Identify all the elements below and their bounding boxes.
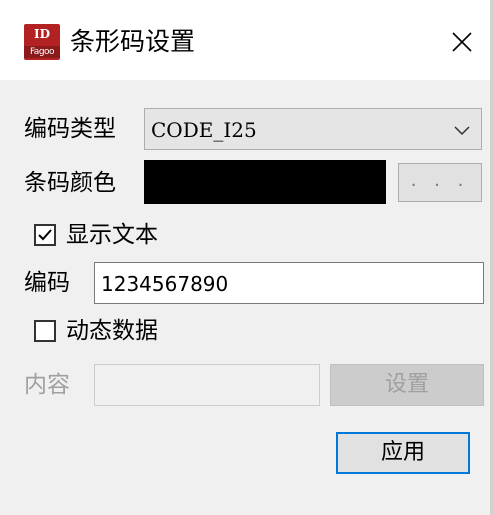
close-icon	[452, 32, 472, 52]
title-bar: ID Fagoo 条形码设置	[0, 0, 490, 80]
dynamic-data-label: 动态数据	[66, 318, 158, 344]
code-input-value: 1234567890	[101, 272, 229, 296]
code-input[interactable]: 1234567890	[94, 262, 484, 304]
barcode-color-label: 条码颜色	[24, 170, 116, 196]
app-logo-top-text: ID	[33, 27, 51, 41]
code-label: 编码	[24, 270, 70, 296]
content-input[interactable]	[94, 364, 320, 406]
encoding-type-select[interactable]: CODE_I25	[144, 108, 482, 150]
chevron-down-icon	[454, 126, 470, 136]
show-text-checkbox[interactable]	[34, 224, 56, 246]
dynamic-data-checkbox[interactable]	[34, 320, 56, 342]
barcode-color-swatch	[144, 160, 386, 204]
app-logo-bottom-text: Fagoo	[24, 46, 60, 58]
apply-button[interactable]: 应用	[336, 432, 470, 474]
app-logo-icon: ID Fagoo	[24, 24, 60, 60]
content-label: 内容	[24, 372, 70, 398]
set-button[interactable]: 设置	[330, 364, 484, 406]
show-text-label: 显示文本	[66, 222, 158, 248]
color-picker-button[interactable]: . . .	[398, 163, 482, 202]
close-button[interactable]	[444, 24, 480, 60]
window-title: 条形码设置	[70, 27, 196, 56]
encoding-type-value: CODE_I25	[151, 118, 257, 142]
checkmark-icon	[38, 229, 52, 241]
encoding-type-label: 编码类型	[24, 116, 116, 142]
